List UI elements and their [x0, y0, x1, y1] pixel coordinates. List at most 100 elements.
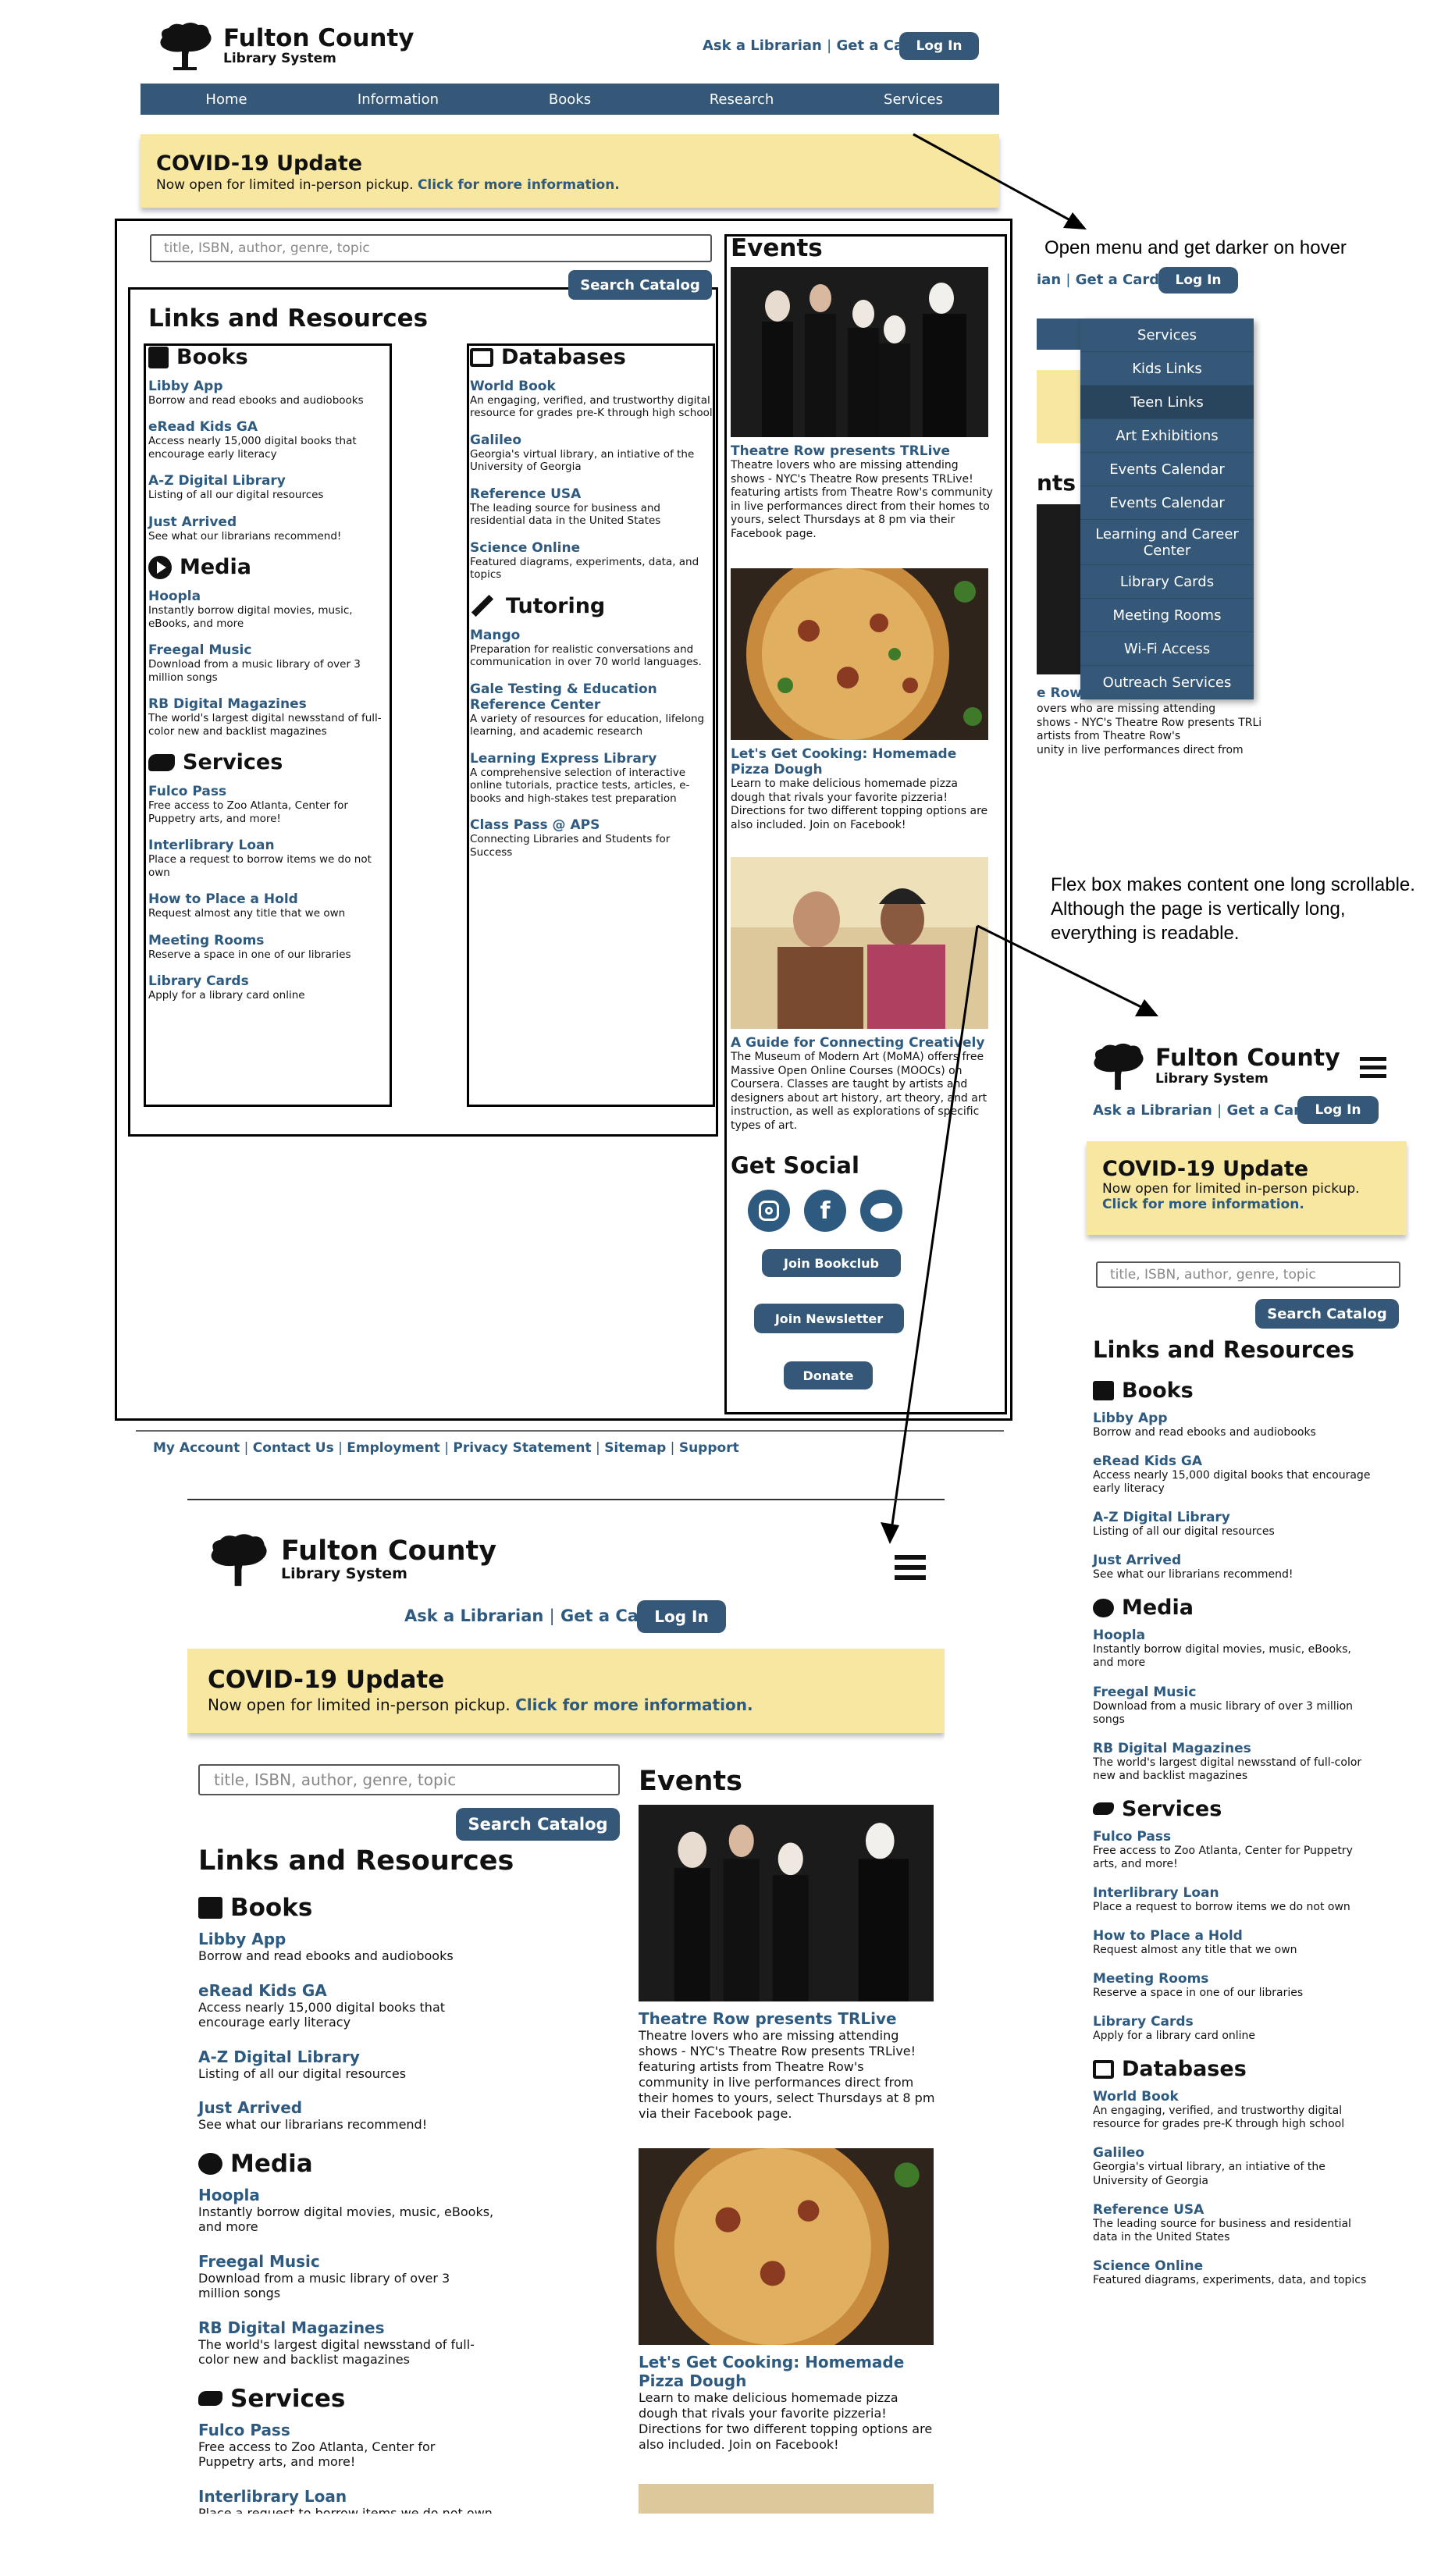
m-media-item: RB Digital Magazines The world's largest …: [1093, 1741, 1374, 1783]
menu-crop: ian | Get a Card Log In nts e Row overs …: [1037, 265, 1261, 757]
m-media-item-title[interactable]: Hoopla: [1093, 1628, 1374, 1643]
m-services-item: Fulco Pass Free access to Zoo Atlanta, Ce…: [1093, 1829, 1374, 1871]
m-services-item: Meeting Rooms Reserve a space in one of o…: [1093, 1971, 1374, 2000]
t-links-title: Links and Resources: [198, 1845, 514, 1877]
t-logo[interactable]: Fulton County Library System: [206, 1532, 496, 1588]
m-databases-item-title[interactable]: World Book: [1093, 2089, 1374, 2105]
t-media-heading: Media: [198, 2150, 495, 2178]
t-event-1: Theatre Row presents TRLive Theatre love…: [639, 2009, 935, 2122]
t-media-item-title[interactable]: Hoopla: [198, 2186, 495, 2204]
m-databases-item-title[interactable]: Reference USA: [1093, 2202, 1374, 2218]
m-media-item-title[interactable]: Freegal Music: [1093, 1685, 1374, 1700]
m-books-item-title[interactable]: Libby App: [1093, 1411, 1374, 1426]
t-books-item-desc: Borrow and read ebooks and audiobooks: [198, 1948, 454, 1963]
m-services-item-desc: Place a request to borrow items we do no…: [1093, 1901, 1350, 1914]
book-icon: [1093, 1381, 1114, 1400]
t-services-heading: Services: [198, 2385, 495, 2413]
m-books-item-desc: Listing of all our digital resources: [1093, 1525, 1275, 1539]
t-books-item-title[interactable]: eRead Kids GA: [198, 1981, 495, 2000]
t-event-2-desc: Learn to make delicious homemade pizza d…: [639, 2390, 933, 2452]
crop-get-card[interactable]: Get a Card: [1076, 272, 1159, 288]
t-media-item-title[interactable]: RB Digital Magazines: [198, 2318, 495, 2337]
m-hamburger-icon[interactable]: [1360, 1057, 1386, 1078]
t-login-button[interactable]: Log In: [637, 1600, 726, 1633]
menu-item[interactable]: Meeting Rooms: [1080, 599, 1254, 632]
t-services-item: Fulco Pass Free access to Zoo Atlanta, Ce…: [198, 2421, 495, 2470]
t-hamburger-icon[interactable]: [895, 1555, 926, 1580]
t-books-item-title[interactable]: A-Z Digital Library: [198, 2048, 495, 2066]
t-covid-link[interactable]: Click for more information.: [515, 1695, 753, 1714]
t-books-item-title[interactable]: Just Arrived: [198, 2098, 495, 2117]
menu-item[interactable]: Art Exhibitions: [1080, 419, 1254, 453]
m-databases-heading: Databases: [1093, 2057, 1374, 2081]
t-event-photo-pizza[interactable]: [639, 2148, 934, 2345]
tablet-mockup: Fulton County Library System Ask a Libra…: [187, 1499, 945, 2514]
menu-item[interactable]: Wi-Fi Access: [1080, 632, 1254, 666]
t-event-photo-creative[interactable]: [639, 2484, 934, 2514]
m-books-item: eRead Kids GA Access nearly 15,000 digita…: [1093, 1453, 1374, 1496]
m-covid-link[interactable]: Click for more information.: [1102, 1197, 1304, 1212]
m-logo[interactable]: Fulton County Library System: [1090, 1041, 1340, 1091]
m-services-item-title[interactable]: Meeting Rooms: [1093, 1971, 1374, 1987]
menu-item[interactable]: Events Calendar: [1080, 453, 1254, 486]
m-books-item-title[interactable]: Just Arrived: [1093, 1553, 1374, 1568]
m-databases-item: World Book An engaging, verified, and tru…: [1093, 2089, 1374, 2131]
m-login-button[interactable]: Log In: [1297, 1096, 1379, 1124]
menu-item[interactable]: Kids Links: [1080, 352, 1254, 386]
t-media-item: RB Digital Magazines The world's largest …: [198, 2318, 495, 2368]
mobile-mockup: Fulton County Library System Ask a Libra…: [1074, 1030, 1410, 2334]
monitor-icon: [1093, 2059, 1114, 2079]
t-books-item-desc: Access nearly 15,000 digital books that …: [198, 1999, 446, 2030]
m-services-item-title[interactable]: Library Cards: [1093, 2014, 1374, 2030]
m-services-item-desc: Free access to Zoo Atlanta, Center for P…: [1093, 1844, 1353, 1870]
t-services-item-title[interactable]: Fulco Pass: [198, 2421, 495, 2439]
t-search-input[interactable]: title, ISBN, author, genre, topic: [198, 1764, 620, 1795]
m-databases-item-title[interactable]: Galileo: [1093, 2145, 1374, 2161]
menu-item[interactable]: Library Cards: [1080, 565, 1254, 599]
t-services-item-title[interactable]: Interlibrary Loan: [198, 2487, 495, 2506]
m-media-item-desc: Download from a music library of over 3 …: [1093, 1699, 1354, 1726]
t-books-item-desc: Listing of all our digital resources: [198, 2065, 407, 2081]
menu-item[interactable]: Learning and Career Center: [1080, 520, 1254, 565]
play-icon: [198, 2152, 222, 2175]
t-event-2: Let's Get Cooking: Homemade Pizza Dough …: [639, 2353, 935, 2453]
m-media-item-title[interactable]: RB Digital Magazines: [1093, 1741, 1374, 1756]
t-event-1-title[interactable]: Theatre Row presents TRLive: [639, 2009, 935, 2028]
m-media-item: Freegal Music Download from a music libra…: [1093, 1685, 1374, 1727]
m-search-button[interactable]: Search Catalog: [1255, 1299, 1399, 1329]
t-media-item-title[interactable]: Freegal Music: [198, 2252, 495, 2271]
m-search-input[interactable]: title, ISBN, author, genre, topic: [1096, 1261, 1400, 1288]
m-links-title: Links and Resources: [1093, 1336, 1355, 1363]
handshake-icon: [1093, 1802, 1114, 1816]
t-books-item: eRead Kids GA Access nearly 15,000 digita…: [198, 1981, 495, 2030]
m-media-item-desc: Instantly borrow digital movies, music, …: [1093, 1643, 1351, 1670]
t-top-divider: [187, 1499, 945, 1500]
m-databases-item-title[interactable]: Science Online: [1093, 2258, 1374, 2274]
m-services-item-title[interactable]: Fulco Pass: [1093, 1829, 1374, 1845]
t-ask-link[interactable]: Ask a Librarian: [404, 1606, 543, 1625]
menu-item-hover[interactable]: Teen Links: [1080, 386, 1254, 419]
t-books-item-title[interactable]: Libby App: [198, 1930, 495, 1948]
menu-item[interactable]: Events Calendar: [1080, 486, 1254, 520]
menu-item[interactable]: Services: [1080, 318, 1254, 352]
t-event-2-title[interactable]: Let's Get Cooking: Homemade Pizza Dough: [639, 2353, 935, 2390]
t-services-item-desc: Free access to Zoo Atlanta, Center for P…: [198, 2439, 436, 2470]
m-services-item-desc: Apply for a library card online: [1093, 2030, 1256, 2043]
t-event-photo-theatre[interactable]: [639, 1805, 934, 2001]
t-books-item: A-Z Digital Library Listing of all our di…: [198, 2048, 495, 2082]
t-search-button[interactable]: Search Catalog: [456, 1808, 620, 1841]
m-services-item-title[interactable]: Interlibrary Loan: [1093, 1885, 1374, 1901]
m-brand-subtitle: Library System: [1155, 1070, 1269, 1087]
t-media-item: Hoopla Instantly borrow digital movies, m…: [198, 2186, 495, 2235]
m-books-item-title[interactable]: eRead Kids GA: [1093, 1453, 1374, 1469]
m-services-item-title[interactable]: How to Place a Hold: [1093, 1928, 1374, 1944]
t-events-title: Events: [639, 1766, 742, 1797]
t-event-1-desc: Theatre lovers who are missing attending…: [639, 2028, 935, 2121]
crop-ev-lines: overs who are missing attending shows - …: [1037, 703, 1261, 756]
crop-login-button[interactable]: Log In: [1158, 267, 1238, 294]
t-media-item-desc: Instantly borrow digital movies, music, …: [198, 2204, 494, 2235]
m-books-item-title[interactable]: A-Z Digital Library: [1093, 1510, 1374, 1525]
menu-item[interactable]: Outreach Services: [1080, 666, 1254, 699]
m-services-item: Library Cards Apply for a library card on…: [1093, 2014, 1374, 2043]
m-ask-link[interactable]: Ask a Librarian: [1093, 1102, 1212, 1119]
